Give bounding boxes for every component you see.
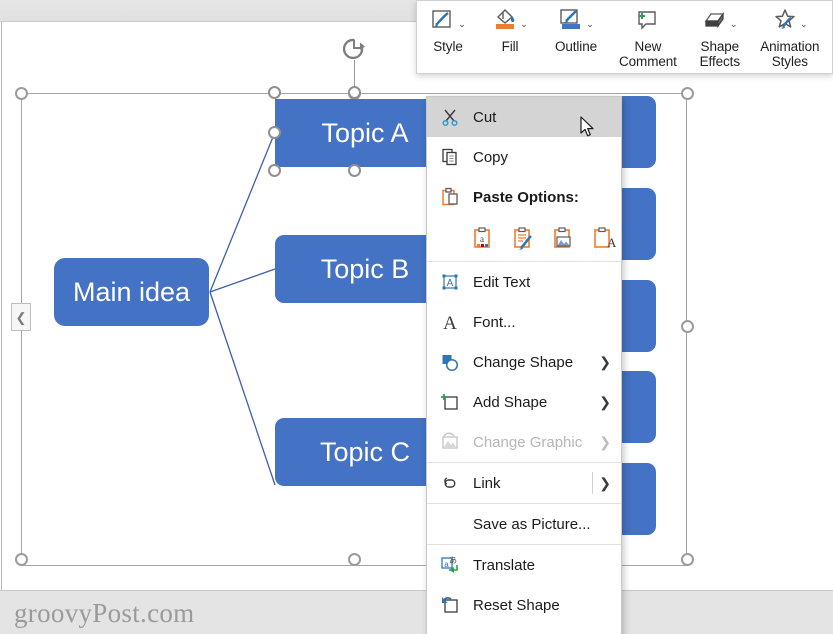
resize-handle-bottom-left[interactable] — [15, 553, 28, 566]
paste-keep-text-only-icon[interactable]: A — [591, 225, 617, 253]
scissors-icon — [435, 104, 465, 130]
context-menu-item-copy[interactable]: Copy — [427, 137, 621, 177]
toolbar-button-animation-styles[interactable]: ⌄ Animation Styles — [755, 1, 825, 73]
rotate-handle-icon[interactable] — [341, 36, 367, 62]
context-menu-label: Change Shape — [473, 353, 574, 371]
context-menu-item-link[interactable]: Link ❯ — [427, 463, 621, 503]
context-menu-item-paste-options: Paste Options: — [427, 177, 621, 217]
context-menu-item-save-as-picture[interactable]: Save as Picture... — [427, 504, 621, 544]
resize-handle-bottom-center[interactable] — [348, 553, 361, 566]
context-menu-label: Font... — [473, 313, 516, 331]
node-label: Main idea — [72, 276, 191, 307]
context-menu-item-change-shape[interactable]: Change Shape ❯ — [427, 342, 621, 382]
diagram-node-main-idea[interactable]: Main idea — [54, 258, 209, 326]
toolbar-button-label: New Comment — [619, 39, 677, 69]
toolbar-button-outline[interactable]: ⌄ Outline — [541, 1, 611, 73]
context-menu-item-size-and-position[interactable]: Size and Position... — [427, 625, 621, 634]
node-label: Topic C — [319, 436, 411, 467]
node-label: Topic B — [320, 253, 410, 284]
context-menu-label: Link — [473, 474, 501, 492]
context-menu-label: Reset Shape — [473, 596, 560, 614]
clipboard-icon — [435, 184, 465, 210]
toolbar-button-fill[interactable]: ⌄ Fill — [479, 1, 541, 73]
svg-text:A: A — [447, 278, 454, 289]
toolbar-button-label: Outline — [554, 39, 598, 54]
context-menu-label: Translate — [473, 556, 535, 574]
context-menu-item-reset-shape[interactable]: Reset Shape — [427, 585, 621, 625]
resize-handle-top-left[interactable] — [15, 87, 28, 100]
mini-floating-toolbar[interactable]: ⌄ Style ⌄ Fill ⌄ Outline New Comment ⌄ S… — [416, 0, 833, 74]
shape-effects-icon — [702, 8, 728, 37]
fill-bucket-icon — [492, 7, 518, 38]
animation-styles-icon — [772, 7, 798, 38]
node-label: Topic A — [321, 117, 409, 148]
svg-text:A: A — [443, 313, 457, 332]
chevron-down-icon[interactable]: ⌄ — [458, 19, 466, 29]
copy-icon — [435, 144, 465, 170]
chevron-down-icon[interactable]: ⌄ — [520, 19, 528, 29]
toolbar-button-rotate[interactable]: ⌄ Rotate — [825, 1, 833, 73]
chevron-down-icon[interactable]: ⌄ — [800, 19, 808, 29]
chevron-right-icon: ❯ — [599, 433, 611, 450]
reset-shape-icon — [435, 592, 465, 618]
paste-options-row[interactable]: a A — [427, 217, 621, 261]
resize-handle-middle-right[interactable] — [681, 320, 694, 333]
chevron-down-icon[interactable]: ⌄ — [586, 19, 594, 29]
resize-handle-bottom-right[interactable] — [681, 553, 694, 566]
powerpoint-slide-screenshot: groovyPost.com ❮ c c c c — [0, 0, 833, 634]
new-comment-icon — [634, 7, 660, 38]
context-menu-item-change-graphic: Change Graphic ❯ — [427, 422, 621, 462]
shape-context-menu[interactable]: Cut Copy Paste Options: a A A Edit Text … — [426, 96, 622, 634]
context-menu-item-font[interactable]: A Font... — [427, 302, 621, 342]
link-icon — [435, 470, 465, 496]
shape-outline-icon — [558, 7, 584, 38]
context-menu-item-cut[interactable]: Cut — [427, 97, 621, 137]
toolbar-button-label: Fill — [501, 39, 519, 54]
chevron-left-icon: ❮ — [15, 309, 27, 325]
context-menu-item-translate[interactable]: a あ Translate — [427, 545, 621, 585]
add-shape-icon — [435, 389, 465, 415]
paste-merge-formatting-icon[interactable] — [511, 225, 537, 253]
change-shape-icon — [435, 349, 465, 375]
shape-handle-top-center[interactable] — [348, 86, 361, 99]
paste-keep-source-formatting-icon[interactable]: a — [471, 225, 497, 253]
svg-text:A: A — [607, 235, 616, 250]
font-icon: A — [435, 309, 465, 335]
shape-handle-top-left[interactable] — [268, 86, 281, 99]
context-menu-item-edit-text[interactable]: A Edit Text — [427, 262, 621, 302]
change-graphic-icon — [435, 429, 465, 455]
context-menu-label: Cut — [473, 108, 497, 126]
chevron-right-icon: ❯ — [599, 393, 611, 410]
toolbar-button-style[interactable]: ⌄ Style — [417, 1, 479, 73]
shape-handle-bottom-left[interactable] — [268, 164, 281, 177]
context-menu-label: Change Graphic — [473, 433, 583, 451]
toolbar-button-label: Shape Effects — [699, 39, 740, 69]
toolbar-button-label: Style — [433, 39, 463, 54]
resize-handle-top-right[interactable] — [681, 87, 694, 100]
translate-icon: a あ — [435, 552, 465, 578]
context-menu-label: Copy — [473, 148, 509, 166]
edit-text-icon: A — [435, 269, 465, 295]
chevron-right-icon: ❯ — [599, 353, 611, 370]
toolbar-button-label: Animation Styles — [760, 39, 820, 69]
paste-picture-icon[interactable] — [551, 225, 577, 253]
context-menu-item-add-shape[interactable]: Add Shape ❯ — [427, 382, 621, 422]
chevron-down-icon[interactable]: ⌄ — [730, 19, 738, 29]
context-menu-label: Paste Options: — [473, 188, 579, 206]
shape-handle-middle-left[interactable] — [268, 126, 281, 139]
no-icon-placeholder — [435, 511, 465, 537]
text-pane-toggle[interactable]: ❮ — [11, 303, 31, 331]
toolbar-button-shape-effects[interactable]: ⌄ Shape Effects — [685, 1, 755, 73]
split-button-divider — [592, 472, 594, 494]
watermark-text: groovyPost.com — [14, 598, 195, 628]
shape-style-icon — [430, 8, 456, 37]
svg-text:a: a — [480, 234, 484, 244]
context-menu-label: Edit Text — [473, 273, 531, 291]
context-menu-label: Save as Picture... — [473, 515, 591, 533]
shape-handle-bottom-center[interactable] — [348, 164, 361, 177]
context-menu-label: Add Shape — [473, 393, 548, 411]
chevron-right-icon[interactable]: ❯ — [599, 475, 611, 492]
svg-text:あ: あ — [449, 556, 457, 565]
toolbar-button-new-comment[interactable]: New Comment — [619, 1, 677, 73]
